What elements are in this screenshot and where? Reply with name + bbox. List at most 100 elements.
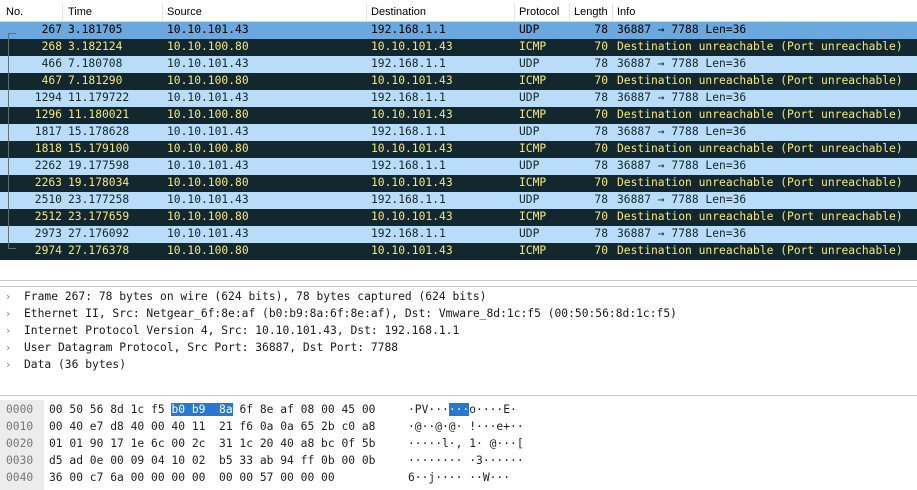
packet-destination: 10.10.101.43 <box>371 108 453 121</box>
column-header-no[interactable]: No. <box>6 6 23 18</box>
packet-number: 267 <box>41 23 62 36</box>
ascii-segment: ·@··@·@· !···e+·· <box>408 420 524 433</box>
packet-length: 78 <box>594 125 608 138</box>
ascii-bytes: 6··j···· ··W··· <box>408 471 510 484</box>
packet-time: 27.176378 <box>68 244 130 257</box>
packet-row[interactable]: 1818 15.179100 10.10.100.80 10.10.101.43 ICM… <box>0 141 917 158</box>
ascii-bytes: ········ ·3······ <box>408 454 524 467</box>
packet-protocol: ICMP <box>519 40 547 53</box>
packet-length: 78 <box>594 57 608 70</box>
packet-row[interactable]: 2512 23.177659 10.10.100.80 10.10.101.43 ICM… <box>0 209 917 226</box>
packet-info: 36887 → 7788 Len=36 <box>617 159 747 172</box>
packet-source: 10.10.101.43 <box>167 227 249 240</box>
byte-offset: 0040 <box>6 471 34 484</box>
packet-number: 2263 <box>34 176 62 189</box>
packet-row[interactable]: 2262 19.177598 10.10.101.43 192.168.1.1 UDP 7… <box>0 158 917 175</box>
hex-segment: 00 50 56 8d 1c f5 <box>49 403 172 416</box>
ascii-segment: 6··j···· ··W··· <box>408 471 511 484</box>
packet-time: 11.179722 <box>68 91 130 104</box>
packet-length: 70 <box>594 176 608 189</box>
packet-protocol: UDP <box>519 125 540 138</box>
packet-source: 10.10.101.43 <box>167 193 249 206</box>
packet-source: 10.10.100.80 <box>167 40 249 53</box>
packet-info: 36887 → 7788 Len=36 <box>617 193 747 206</box>
packet-protocol: UDP <box>519 57 540 70</box>
packet-source: 10.10.101.43 <box>167 125 249 138</box>
packet-destination: 192.168.1.1 <box>371 193 446 206</box>
packet-time: 3.182124 <box>68 40 123 53</box>
detail-ipv4[interactable]: › Internet Protocol Version 4, Src: 10.1… <box>0 323 917 340</box>
packet-row[interactable]: 268 3.182124 10.10.100.80 10.10.101.43 ICMP 7… <box>0 39 917 56</box>
column-header-info[interactable]: Info <box>617 6 635 18</box>
packet-length: 70 <box>594 108 608 121</box>
packet-row[interactable]: 2974 27.176378 10.10.100.80 10.10.101.43 ICM… <box>0 243 917 260</box>
hex-segment: 6f 8e af 08 00 45 00 <box>232 403 376 416</box>
column-header-destination[interactable]: Destination <box>371 6 426 18</box>
ascii-bytes: ·PV······o····E· <box>408 403 517 416</box>
packet-destination: 10.10.101.43 <box>371 40 453 53</box>
column-header-length[interactable]: Length <box>574 6 608 18</box>
packet-destination: 192.168.1.1 <box>371 227 446 240</box>
column-header-time[interactable]: Time <box>68 6 92 18</box>
packet-info: 36887 → 7788 Len=36 <box>617 125 747 138</box>
packet-time: 23.177659 <box>68 210 130 223</box>
expand-chevron-icon[interactable]: › <box>6 358 10 371</box>
packet-row[interactable]: 2510 23.177258 10.10.101.43 192.168.1.1 UDP 7… <box>0 192 917 209</box>
packet-time: 15.178628 <box>68 125 130 138</box>
packet-destination: 192.168.1.1 <box>371 125 446 138</box>
detail-ethernet[interactable]: › Ethernet II, Src: Netgear_6f:8e:af (b0… <box>0 306 917 323</box>
expand-chevron-icon[interactable]: › <box>6 290 10 303</box>
packet-list-pane: No. Time Source Destination Protocol Len… <box>0 0 917 281</box>
packet-bytes-pane: 0000 00 50 56 8d 1c f5 b0 b9 8a 6f 8e af … <box>0 400 917 490</box>
ascii-segment: ········ ·3······ <box>408 454 524 467</box>
conversation-bracket <box>8 33 9 248</box>
packet-info: Destination unreachable (Port unreachabl… <box>617 108 903 121</box>
packet-row[interactable]: 467 7.181290 10.10.100.80 10.10.101.43 ICMP 7… <box>0 73 917 90</box>
packet-number: 467 <box>41 74 62 87</box>
packet-row[interactable]: 2973 27.176092 10.10.101.43 192.168.1.1 UDP 7… <box>0 226 917 243</box>
packet-protocol: ICMP <box>519 210 547 223</box>
packet-row[interactable]: 267 3.181705 10.10.101.43 192.168.1.1 UDP 78 3… <box>0 22 917 39</box>
packet-destination: 192.168.1.1 <box>371 159 446 172</box>
packet-row[interactable]: 1296 11.180021 10.10.100.80 10.10.101.43 ICM… <box>0 107 917 124</box>
detail-udp[interactable]: › User Datagram Protocol, Src Port: 3688… <box>0 340 917 357</box>
packet-destination: 192.168.1.1 <box>371 23 446 36</box>
packet-number: 1818 <box>34 142 62 155</box>
packet-number: 1294 <box>34 91 62 104</box>
packet-info: 36887 → 7788 Len=36 <box>617 91 747 104</box>
packet-info: Destination unreachable (Port unreachabl… <box>617 210 903 223</box>
packet-info: 36887 → 7788 Len=36 <box>617 23 747 36</box>
packet-protocol: UDP <box>519 193 540 206</box>
packet-protocol: UDP <box>519 159 540 172</box>
byte-offset: 0010 <box>6 420 34 433</box>
packet-details-pane: › Frame 267: 78 bytes on wire (624 bits)… <box>0 286 917 396</box>
packet-length: 70 <box>594 244 608 257</box>
packet-info: 36887 → 7788 Len=36 <box>617 57 747 70</box>
packet-time: 19.177598 <box>68 159 130 172</box>
packet-row[interactable]: 466 7.180708 10.10.101.43 192.168.1.1 UDP 78 3… <box>0 56 917 73</box>
packet-row[interactable]: 1294 11.179722 10.10.101.43 192.168.1.1 UDP 7… <box>0 90 917 107</box>
column-header-protocol[interactable]: Protocol <box>519 6 559 18</box>
detail-data[interactable]: › Data (36 bytes) <box>0 357 917 374</box>
packet-length: 78 <box>594 193 608 206</box>
packet-length: 78 <box>594 23 608 36</box>
packet-list-header: No. Time Source Destination Protocol Len… <box>0 3 917 22</box>
packet-number: 2974 <box>34 244 62 257</box>
packet-info: Destination unreachable (Port unreachabl… <box>617 176 903 189</box>
ascii-bytes: ·····l·, 1· @···[ <box>408 437 524 450</box>
packet-source: 10.10.101.43 <box>167 57 249 70</box>
packet-row[interactable]: 2263 19.178034 10.10.100.80 10.10.101.43 ICM… <box>0 175 917 192</box>
packet-info: Destination unreachable (Port unreachabl… <box>617 40 903 53</box>
expand-chevron-icon[interactable]: › <box>6 341 10 354</box>
packet-info: Destination unreachable (Port unreachabl… <box>617 244 903 257</box>
packet-number: 2262 <box>34 159 62 172</box>
hex-bytes: 36 00 c7 6a 00 00 00 00 00 00 57 00 00 0… <box>49 471 335 484</box>
packet-time: 7.180708 <box>68 57 123 70</box>
detail-frame[interactable]: › Frame 267: 78 bytes on wire (624 bits)… <box>0 289 917 306</box>
column-header-source[interactable]: Source <box>167 6 202 18</box>
packet-source: 10.10.101.43 <box>167 159 249 172</box>
hex-segment: 00 40 e7 d8 40 00 40 11 21 f6 0a 0a 65 2… <box>49 420 376 433</box>
expand-chevron-icon[interactable]: › <box>6 324 10 337</box>
expand-chevron-icon[interactable]: › <box>6 307 10 320</box>
packet-row[interactable]: 1817 15.178628 10.10.101.43 192.168.1.1 UDP 7… <box>0 124 917 141</box>
